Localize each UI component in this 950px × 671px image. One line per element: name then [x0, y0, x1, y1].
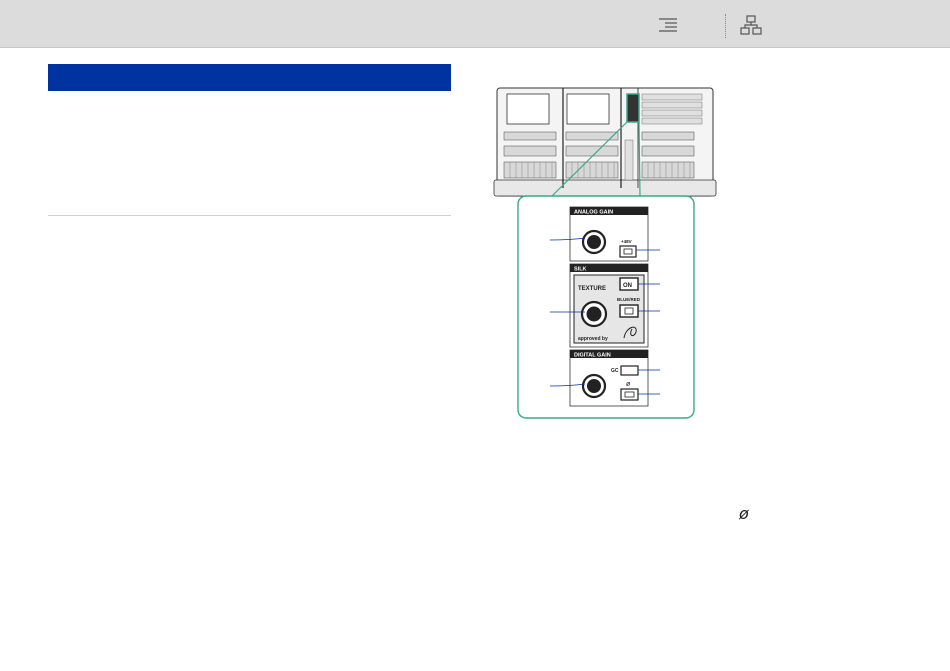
analog-gain-panel: ANALOG GAIN +48V	[569, 206, 649, 262]
approved-by-label: approved by	[578, 336, 608, 342]
console-overview	[493, 87, 717, 197]
list-indent-icon	[659, 18, 677, 32]
top-toolbar	[0, 0, 950, 48]
phantom-label: +48V	[621, 239, 632, 244]
silk-title: SILK	[574, 267, 587, 273]
sitemap-icon	[740, 15, 762, 35]
section-divider	[48, 215, 451, 216]
phase-button[interactable]	[620, 388, 639, 401]
gc-button[interactable]	[620, 365, 639, 376]
phase-label: ø	[626, 381, 631, 388]
silk-on-label: ON	[623, 283, 632, 289]
gc-label: GC	[611, 368, 619, 374]
site-map-button[interactable]	[739, 14, 763, 36]
analog-gain-title: ANALOG GAIN	[574, 210, 613, 216]
blue-red-label: BLUE/RED	[617, 297, 641, 302]
toolbar-separator	[725, 14, 726, 38]
blue-red-button[interactable]	[619, 304, 639, 318]
silk-panel: SILK TEXTURE ON BLUE/RED approved by	[569, 263, 649, 348]
texture-label: TEXTURE	[578, 286, 606, 292]
table-of-contents-button[interactable]	[656, 14, 680, 36]
section-header-bar	[48, 64, 451, 91]
console-illustration: ANALOG GAIN +48V SILK TEXTURE ON BLUE/RE…	[493, 87, 717, 419]
phantom-power-button[interactable]	[619, 245, 637, 258]
console-figure: ANALOG GAIN +48V SILK TEXTURE ON BLUE/RE…	[490, 80, 730, 430]
digital-gain-title: DIGITAL GAIN	[574, 353, 611, 359]
phase-symbol: ø	[739, 504, 749, 523]
digital-gain-panel: DIGITAL GAIN GC ø	[569, 349, 649, 407]
